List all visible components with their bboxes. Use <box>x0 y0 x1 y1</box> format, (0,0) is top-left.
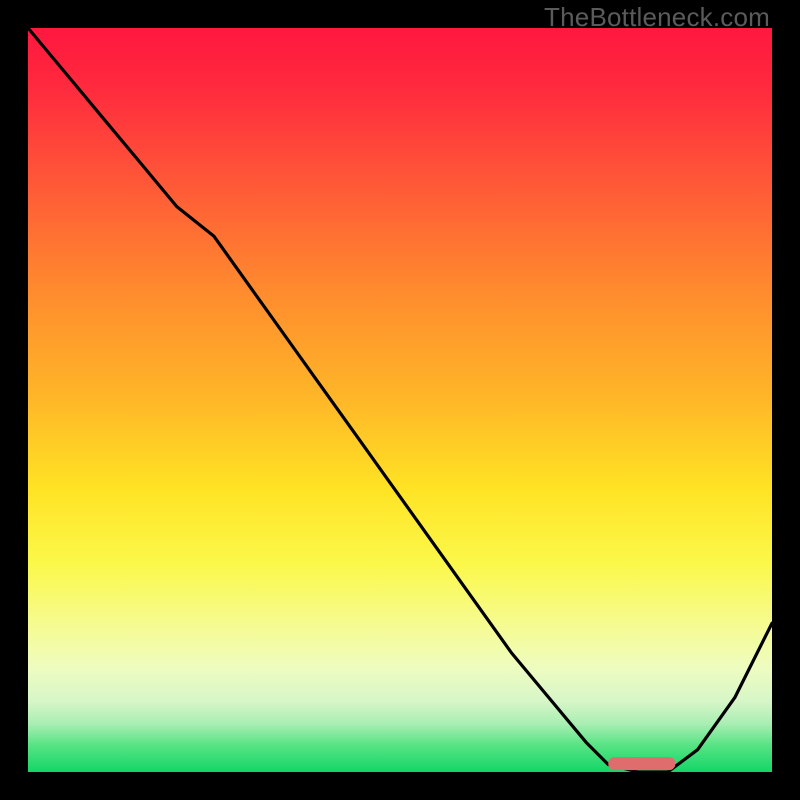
chart-frame <box>28 28 772 772</box>
optimal-range-marker <box>608 757 675 770</box>
bottleneck-chart <box>28 28 772 772</box>
chart-background <box>28 28 772 772</box>
